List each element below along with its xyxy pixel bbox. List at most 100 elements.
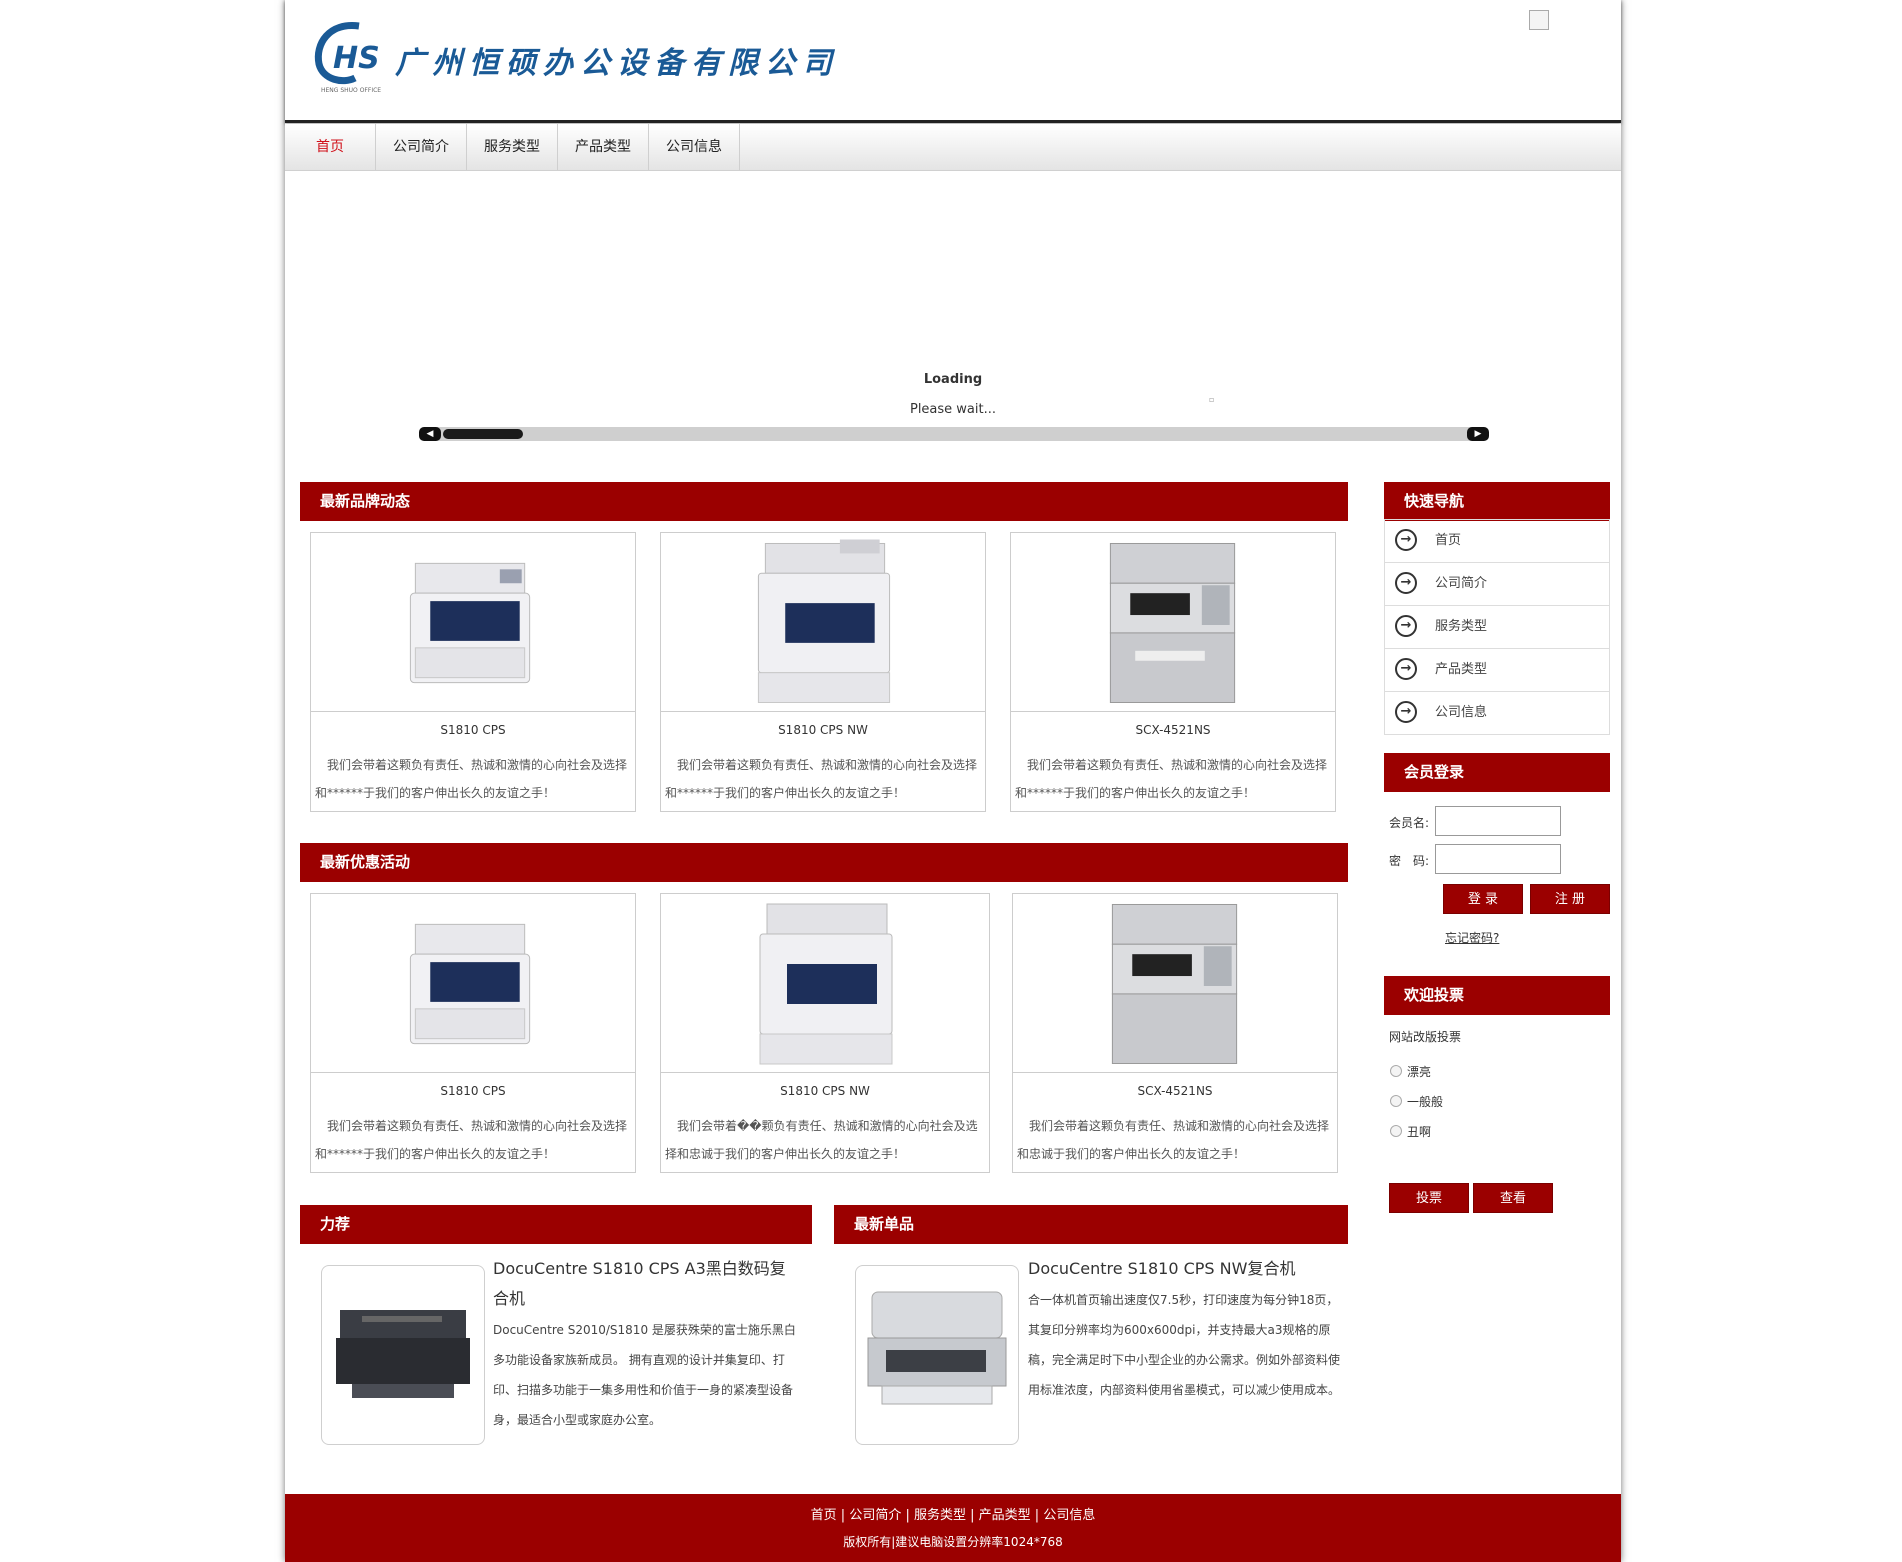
- printer-image-s1810: [311, 562, 635, 712]
- vote-option-label: 一般般: [1407, 1095, 1444, 1109]
- new-item-title[interactable]: DocuCentre S1810 CPS NW复合机: [1028, 1254, 1328, 1284]
- vote-option-label: 丑啊: [1407, 1125, 1432, 1139]
- product-desc: 我们会带着这颗负有责任、热诚和激情的心向社会及选择和******于我们的客户伸出…: [665, 758, 978, 800]
- password-label: 密 码:: [1389, 854, 1430, 868]
- logo-subtext: HENG SHUO OFFICE: [321, 87, 381, 94]
- nav-company-info[interactable]: 公司信息: [649, 124, 740, 170]
- footer-link-home[interactable]: 首页: [811, 1508, 837, 1523]
- arrow-right-circle-icon: →: [1395, 701, 1417, 723]
- page: HS HENG SHUO OFFICE 广州恒硕办公设备有限公司 首页 公司简介…: [285, 0, 1621, 1562]
- site-footer: 首页 | 公司简介 | 服务类型 | 产品类型 | 公司信息 版权所有|建议电脑…: [285, 1494, 1621, 1562]
- scroll-left-button[interactable]: ◀: [419, 427, 441, 441]
- section-brand-news-title: 最新品牌动态: [300, 482, 1348, 521]
- vote-radio-2[interactable]: [1390, 1095, 1402, 1107]
- quick-nav-list: → 首页 → 公司简介 → 服务类型 → 产品类型 → 公司信息: [1384, 519, 1610, 735]
- quick-nav-products[interactable]: → 产品类型: [1385, 649, 1609, 692]
- product-name: SCX-4521NS: [1137, 1084, 1213, 1098]
- quick-nav-label: 公司信息: [1435, 705, 1488, 720]
- banner-please-wait: Please wait...: [909, 402, 997, 417]
- footer-separator: |: [1030, 1508, 1044, 1523]
- brand-card-3[interactable]: SCX-4521NS 我们会带着这颗负有责任、热诚和激情的心向社会及选择和***…: [1010, 532, 1336, 812]
- quick-nav-about[interactable]: → 公司简介: [1385, 563, 1609, 606]
- scroll-thumb[interactable]: [443, 429, 523, 439]
- vote-question: 网站改版投票: [1389, 1030, 1462, 1044]
- arrow-right-circle-icon: →: [1395, 572, 1417, 594]
- nav-products[interactable]: 产品类型: [558, 124, 649, 170]
- vote-option-label: 漂亮: [1407, 1065, 1432, 1079]
- product-name: SCX-4521NS: [1135, 723, 1211, 737]
- footer-link-about[interactable]: 公司简介: [849, 1508, 901, 1523]
- printer-image-scx4521ns: [1013, 903, 1337, 1073]
- vote-button[interactable]: 投票: [1389, 1183, 1469, 1213]
- footer-separator: |: [901, 1508, 914, 1523]
- new-item-desc: 合一体机首页输出速度仅7.5秒，打印速度为每分钟18页，其复印分辨率均为600x…: [1028, 1293, 1341, 1397]
- banner-dot-icon: ▫: [1209, 395, 1215, 404]
- section-vote-title: 欢迎投票: [1384, 976, 1610, 1015]
- logo-text: HS: [333, 41, 380, 76]
- company-logo: HS HENG SHUO OFFICE: [314, 22, 381, 94]
- forgot-password-link[interactable]: 忘记密码?: [1445, 929, 1499, 946]
- brand-card-1[interactable]: S1810 CPS 我们会带着这颗负有责任、热诚和激情的心向社会及选择和****…: [310, 532, 636, 812]
- footer-links: 首页 | 公司简介 | 服务类型 | 产品类型 | 公司信息: [285, 1504, 1621, 1523]
- product-desc: 我们会带着这颗负有责任、热诚和激情的心向社会及选择和忠诚于我们的客户伸出长久的友…: [1017, 1119, 1330, 1161]
- footer-link-services[interactable]: 服务类型: [914, 1508, 966, 1523]
- brand-card-2[interactable]: S1810 CPS NW 我们会带着这颗负有责任、热诚和激情的心向社会及选择和*…: [660, 532, 986, 812]
- promo-card-1[interactable]: S1810 CPS 我们会带着这颗负有责任、热诚和激情的心向社会及选择和****…: [310, 893, 636, 1173]
- banner-scrollbar[interactable]: ◀ ▶: [419, 427, 1489, 441]
- product-name: S1810 CPS: [440, 1084, 506, 1098]
- nav-about[interactable]: 公司简介: [376, 124, 467, 170]
- scroll-right-button[interactable]: ▶: [1467, 427, 1489, 441]
- section-promotions-title: 最新优惠活动: [300, 843, 1348, 882]
- section-recommend-title: 力荐: [300, 1205, 812, 1244]
- product-desc: 我们会带着这颗负有责任、热诚和激情的心向社会及选择和******于我们的客户伸出…: [1015, 758, 1328, 800]
- password-input[interactable]: [1435, 844, 1561, 874]
- recommend-title[interactable]: DocuCentre S1810 CPS A3黑白数码复合机: [493, 1254, 793, 1314]
- new-item-thumbnail[interactable]: [855, 1265, 1019, 1445]
- broken-image-icon: [1529, 10, 1549, 30]
- quick-nav-label: 产品类型: [1435, 662, 1488, 677]
- quick-nav-label: 公司简介: [1435, 576, 1488, 591]
- quick-nav-label: 首页: [1435, 533, 1462, 548]
- footer-separator: |: [836, 1508, 850, 1523]
- vote-radio-1[interactable]: [1390, 1065, 1402, 1077]
- company-name: 广州恒硕办公设备有限公司: [395, 46, 839, 81]
- nav-home[interactable]: 首页: [285, 124, 376, 170]
- recommend-desc: DocuCentre S2010/S1810 是屡获殊荣的富士施乐黑白多功能设备…: [493, 1323, 796, 1427]
- username-label: 会员名:: [1389, 816, 1430, 830]
- register-button[interactable]: 注 册: [1530, 884, 1610, 914]
- username-input[interactable]: [1435, 806, 1561, 836]
- printer-image-s1810: [311, 923, 635, 1073]
- section-member-login-title: 会员登录: [1384, 753, 1610, 792]
- promo-card-2[interactable]: S1810 CPS NW 我们会带着��颗负有责任、热诚和激情的心向社会及选择和…: [660, 893, 990, 1173]
- arrow-right-circle-icon: →: [1395, 615, 1417, 637]
- footer-separator: |: [966, 1508, 979, 1523]
- footer-link-company-info[interactable]: 公司信息: [1043, 1508, 1095, 1523]
- arrow-right-circle-icon: →: [1395, 658, 1417, 680]
- site-header: HS HENG SHUO OFFICE 广州恒硕办公设备有限公司: [285, 0, 1621, 123]
- quick-nav-label: 服务类型: [1435, 619, 1488, 634]
- arrow-right-circle-icon: →: [1395, 529, 1417, 551]
- quick-nav-company-info[interactable]: → 公司信息: [1385, 692, 1609, 734]
- product-name: S1810 CPS: [440, 723, 506, 737]
- printer-image-s1810-nw: [661, 903, 989, 1073]
- product-desc: 我们会带着这颗负有责任、热诚和激情的心向社会及选择和******于我们的客户伸出…: [315, 1119, 628, 1161]
- vote-radio-3[interactable]: [1390, 1125, 1402, 1137]
- printer-image-scx4521ns: [1011, 542, 1335, 712]
- recommend-thumbnail[interactable]: [321, 1265, 485, 1445]
- quick-nav-services[interactable]: → 服务类型: [1385, 606, 1609, 649]
- footer-link-products[interactable]: 产品类型: [979, 1508, 1031, 1523]
- product-name: S1810 CPS NW: [778, 723, 868, 737]
- section-new-items-title: 最新单品: [834, 1205, 1348, 1244]
- product-name: S1810 CPS NW: [780, 1084, 870, 1098]
- printer-image-hp: [867, 1291, 1007, 1405]
- quick-nav-home[interactable]: → 首页: [1385, 520, 1609, 563]
- product-desc: 我们会带着这颗负有责任、热诚和激情的心向社会及选择和******于我们的客户伸出…: [315, 758, 628, 800]
- view-results-button[interactable]: 查看: [1473, 1183, 1553, 1213]
- printer-image-laser: [336, 1310, 470, 1398]
- main-nav: 首页 公司简介 服务类型 产品类型 公司信息: [285, 124, 1621, 171]
- login-button[interactable]: 登 录: [1443, 884, 1523, 914]
- printer-image-s1810-nw: [661, 539, 985, 712]
- promo-card-3[interactable]: SCX-4521NS 我们会带着这颗负有责任、热诚和激情的心向社会及选择和忠诚于…: [1012, 893, 1338, 1173]
- nav-services[interactable]: 服务类型: [467, 124, 558, 170]
- product-desc: 我们会带着��颗负有责任、热诚和激情的心向社会及选择和忠诚于我们的客户伸出长久的…: [665, 1119, 978, 1161]
